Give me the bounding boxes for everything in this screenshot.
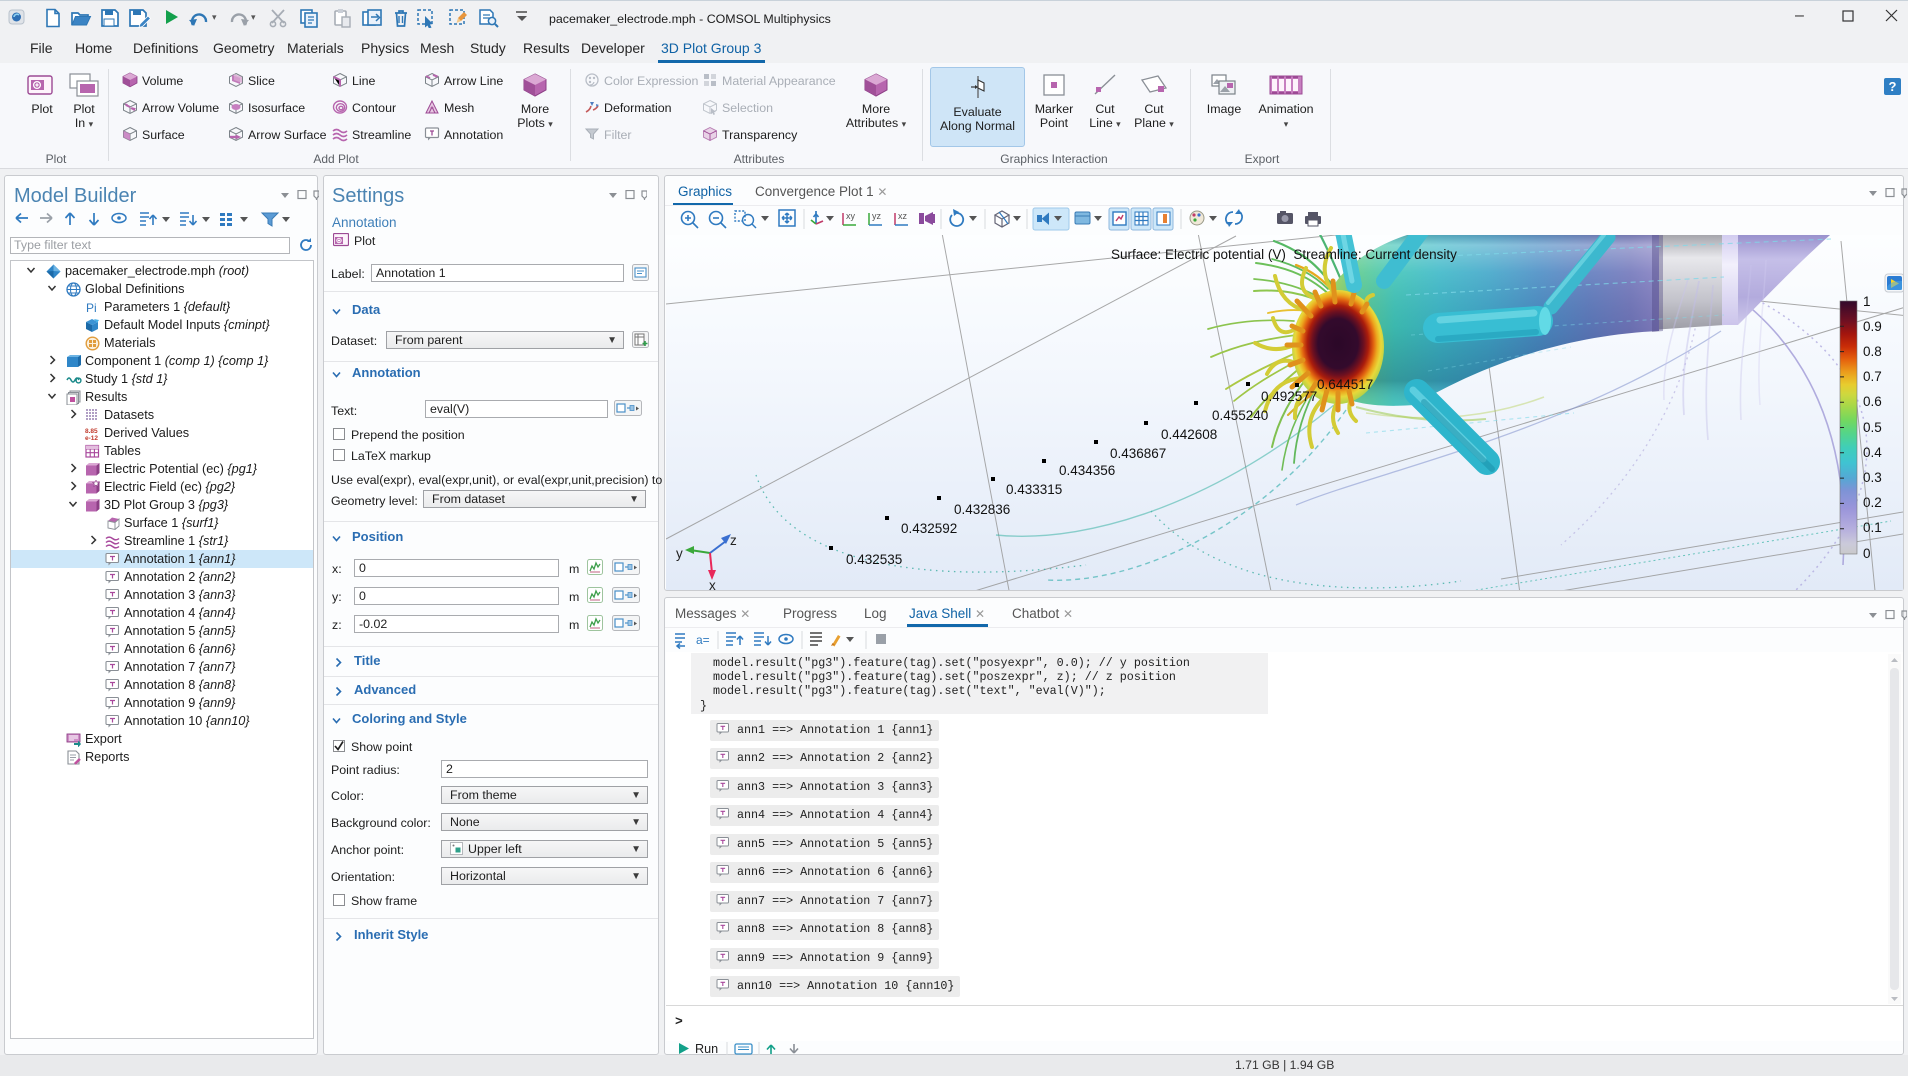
- svg-text:e-12: e-12: [85, 435, 98, 441]
- svg-text:0.2: 0.2: [1863, 495, 1882, 510]
- svg-text:Run: Run: [695, 1042, 718, 1056]
- svg-text:xy: xy: [846, 211, 856, 221]
- svg-text:0.4: 0.4: [1863, 445, 1882, 460]
- svg-text:0.6: 0.6: [1863, 394, 1882, 409]
- svg-text:Surface: Electric potential (V: Surface: Electric potential (V) Streamli…: [1111, 247, 1457, 262]
- svg-text:0.432535: 0.432535: [846, 552, 902, 567]
- svg-text:0.5: 0.5: [1863, 420, 1882, 435]
- svg-text:0.8: 0.8: [1863, 344, 1882, 359]
- svg-text:x: x: [709, 578, 716, 590]
- svg-text:8.85: 8.85: [85, 428, 98, 435]
- svg-text:z: z: [730, 533, 737, 548]
- svg-text:0.432836: 0.432836: [954, 502, 1010, 517]
- svg-text:1: 1: [1863, 294, 1871, 309]
- svg-text:0.492577: 0.492577: [1261, 389, 1317, 404]
- svg-text:0.433315: 0.433315: [1006, 482, 1062, 497]
- svg-text:0.1: 0.1: [1863, 520, 1882, 535]
- svg-text:y: y: [676, 546, 683, 561]
- svg-text:0.432592: 0.432592: [901, 521, 957, 536]
- svg-text:xz: xz: [898, 211, 908, 221]
- svg-text:0.644517: 0.644517: [1317, 377, 1373, 392]
- svg-text:a=: a=: [696, 633, 710, 647]
- svg-text:yz: yz: [872, 211, 882, 221]
- svg-text:0.442608: 0.442608: [1161, 427, 1217, 442]
- svg-text:0.9: 0.9: [1863, 319, 1882, 334]
- svg-text:0.455240: 0.455240: [1212, 408, 1268, 423]
- svg-text:0.436867: 0.436867: [1110, 446, 1166, 461]
- svg-text:0.3: 0.3: [1863, 470, 1882, 485]
- svg-text:0.7: 0.7: [1863, 369, 1882, 384]
- svg-text:0: 0: [1863, 546, 1871, 561]
- svg-text:0.434356: 0.434356: [1059, 463, 1115, 478]
- svg-text:Pі: Pі: [86, 301, 97, 315]
